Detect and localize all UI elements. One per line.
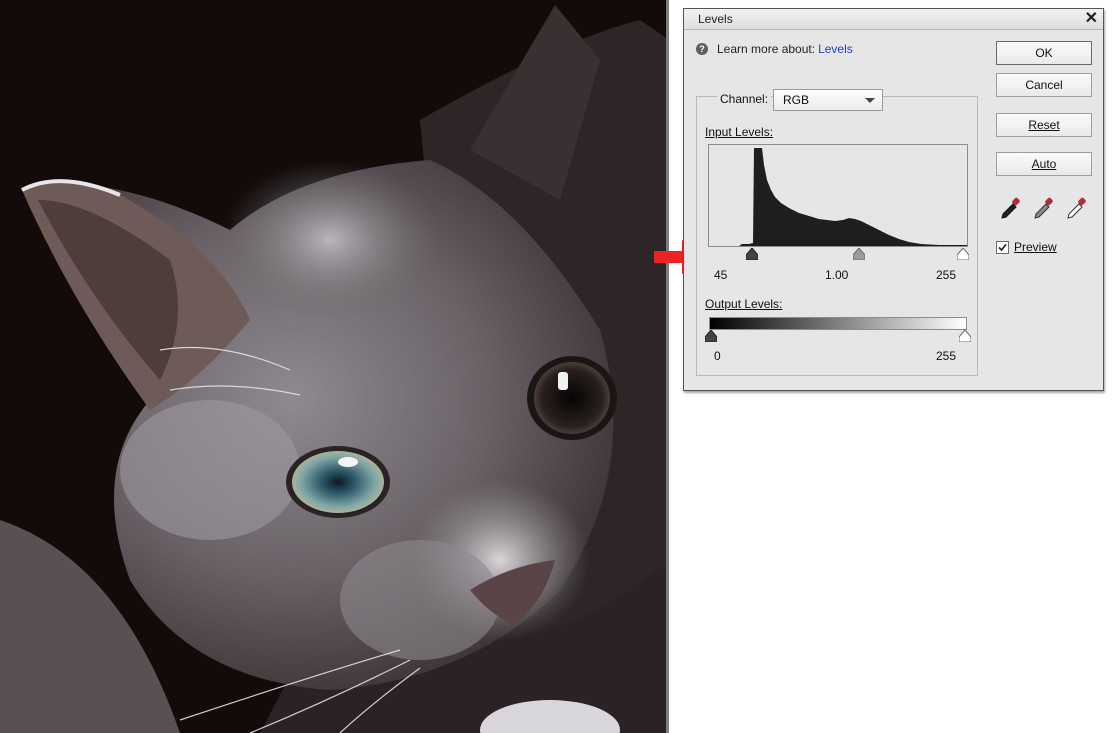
kitten-photo bbox=[0, 0, 669, 733]
ok-button[interactable]: OK bbox=[996, 41, 1092, 65]
preview-row[interactable]: Preview bbox=[996, 240, 1057, 254]
preview-label[interactable]: Preview bbox=[1014, 240, 1057, 254]
gray-eyedropper-icon[interactable] bbox=[1033, 196, 1055, 220]
output-gradient-bar bbox=[709, 317, 967, 330]
dialog-title: Levels bbox=[698, 12, 733, 26]
close-icon[interactable]: ✕ bbox=[1085, 9, 1098, 29]
input-sliders bbox=[708, 248, 969, 262]
reset-button[interactable]: Reset bbox=[996, 113, 1092, 137]
output-sliders bbox=[704, 330, 972, 344]
output-levels-label: Output Levels: bbox=[705, 297, 783, 311]
black-eyedropper-icon[interactable] bbox=[1000, 196, 1022, 220]
output-white-slider[interactable] bbox=[959, 330, 971, 342]
channel-value: RGB bbox=[783, 93, 810, 107]
preview-checkbox[interactable] bbox=[996, 240, 1009, 254]
chevron-down-icon bbox=[865, 98, 875, 103]
kitten-illustration bbox=[0, 0, 666, 733]
output-black-value[interactable]: 0 bbox=[714, 349, 721, 363]
eyedropper-group bbox=[1000, 196, 1092, 220]
histogram-graph bbox=[709, 148, 967, 246]
gamma-slider[interactable] bbox=[853, 248, 865, 260]
black-point-slider[interactable] bbox=[746, 248, 758, 260]
input-gamma-value[interactable]: 1.00 bbox=[825, 268, 848, 282]
input-white-value[interactable]: 255 bbox=[936, 268, 956, 282]
help-icon: ? bbox=[696, 43, 708, 55]
channel-dropdown[interactable]: RGB bbox=[773, 89, 883, 111]
white-point-slider[interactable] bbox=[957, 248, 969, 260]
output-black-slider[interactable] bbox=[705, 330, 717, 342]
help-row: ? Learn more about: Levels bbox=[696, 42, 853, 56]
dialog-titlebar[interactable]: Levels ✕ bbox=[684, 9, 1103, 30]
input-levels-label: Input Levels: bbox=[705, 125, 774, 139]
histogram bbox=[708, 144, 968, 247]
levels-dialog: Levels ✕ ? Learn more about: Levels Chan… bbox=[683, 8, 1104, 391]
cancel-button[interactable]: Cancel bbox=[996, 73, 1092, 97]
help-text: Learn more about: bbox=[717, 42, 816, 56]
white-eyedropper-icon[interactable] bbox=[1066, 196, 1088, 220]
auto-button[interactable]: Auto bbox=[996, 152, 1092, 176]
output-white-value[interactable]: 255 bbox=[936, 349, 956, 363]
channel-label: Channel: bbox=[717, 92, 772, 106]
input-black-value[interactable]: 45 bbox=[714, 268, 727, 282]
help-link[interactable]: Levels bbox=[818, 42, 853, 56]
checkmark-icon bbox=[998, 243, 1007, 251]
